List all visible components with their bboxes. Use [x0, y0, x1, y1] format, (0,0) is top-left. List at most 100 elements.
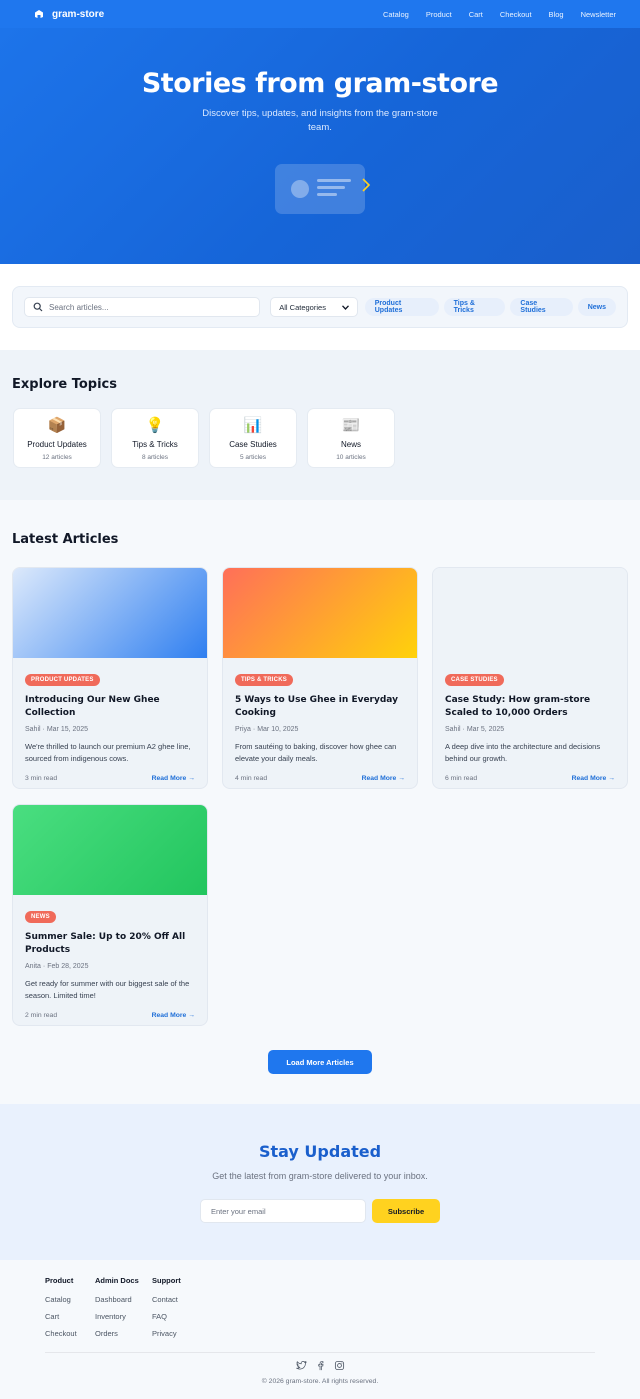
- article-read-time: 2 min read: [25, 1012, 58, 1019]
- footer-divider: [45, 1352, 595, 1353]
- read-more-link[interactable]: Read More →: [152, 775, 195, 782]
- newsletter-section: Stay Updated Get the latest from gram-st…: [0, 1104, 640, 1260]
- footer-link[interactable]: Catalog: [45, 1295, 77, 1304]
- article-title[interactable]: Case Study: How gram-store Scaled to 10,…: [445, 694, 615, 720]
- load-more-button[interactable]: Load More Articles: [268, 1050, 372, 1074]
- article-read-time: 4 min read: [235, 775, 268, 782]
- topic-count: 12 articles: [42, 454, 72, 461]
- footer-link[interactable]: Contact: [152, 1295, 181, 1304]
- article-footer: 4 min read Read More →: [235, 775, 405, 782]
- read-more-link[interactable]: Read More →: [572, 775, 615, 782]
- read-more-link[interactable]: Read More →: [152, 1012, 195, 1019]
- topics-section: Explore Topics 📦 Product Updates 12 arti…: [0, 350, 640, 500]
- article-title[interactable]: Summer Sale: Up to 20% Off All Products: [25, 931, 195, 957]
- articles-section: Latest Articles PRODUCT UPDATES Introduc…: [0, 500, 640, 1104]
- topic-card-product-updates[interactable]: 📦 Product Updates 12 articles: [13, 408, 101, 468]
- newspaper-icon: 📰: [341, 417, 361, 434]
- hero-title: Stories from gram-store: [141, 68, 499, 99]
- nav-link-blog[interactable]: Blog: [549, 10, 564, 19]
- twitter-icon[interactable]: [296, 1360, 307, 1371]
- footer-link[interactable]: Checkout: [45, 1329, 77, 1338]
- nav-link-product[interactable]: Product: [426, 10, 452, 19]
- pill-tips-tricks[interactable]: Tips & Tricks: [443, 298, 506, 316]
- search-box[interactable]: [24, 297, 261, 317]
- article-card[interactable]: NEWS Summer Sale: Up to 20% Off All Prod…: [12, 804, 208, 1026]
- search-icon: [33, 302, 43, 312]
- lightbulb-icon: 💡: [145, 417, 165, 434]
- email-field-wrapper[interactable]: [200, 1199, 366, 1223]
- footer-link[interactable]: Dashboard: [95, 1295, 139, 1304]
- footer-link[interactable]: Orders: [95, 1329, 139, 1338]
- hero-illustration-line: [317, 179, 351, 182]
- footer-link[interactable]: FAQ: [152, 1312, 181, 1321]
- article-date: Feb 28, 2025: [47, 963, 89, 970]
- article-tag: CASE STUDIES: [445, 674, 504, 686]
- footer-heading: Admin Docs: [95, 1276, 139, 1285]
- brand[interactable]: gram-store: [34, 9, 104, 20]
- footer-heading: Support: [152, 1276, 181, 1285]
- top-nav: gram-store Catalog Product Cart Checkout…: [0, 0, 640, 28]
- category-select-value: All Categories: [279, 302, 326, 312]
- article-read-time: 6 min read: [445, 775, 478, 782]
- topic-name: News: [340, 440, 361, 449]
- topic-count: 8 articles: [141, 454, 168, 461]
- pill-product-updates[interactable]: Product Updates: [364, 298, 439, 316]
- nav-links: Catalog Product Cart Checkout Blog Newsl…: [383, 10, 616, 19]
- article-excerpt: From sautéing to baking, discover how gh…: [235, 742, 397, 763]
- article-card[interactable]: PRODUCT UPDATES Introducing Our New Ghee…: [12, 567, 208, 789]
- hero-subtitle: Discover tips, updates, and insights fro…: [202, 108, 438, 133]
- facebook-icon[interactable]: [315, 1360, 326, 1371]
- newsletter-subtitle: Get the latest from gram-store delivered…: [212, 1171, 428, 1181]
- instagram-icon[interactable]: [334, 1360, 345, 1371]
- article-card[interactable]: CASE STUDIES Case Study: How gram-store …: [432, 567, 628, 789]
- pill-case-studies[interactable]: Case Studies: [510, 298, 573, 316]
- footer-link[interactable]: Cart: [45, 1312, 77, 1321]
- article-date: Mar 5, 2025: [466, 726, 505, 733]
- topic-card-case-studies[interactable]: 📊 Case Studies 5 articles: [209, 408, 297, 468]
- search-input[interactable]: [49, 302, 249, 312]
- article-image: [223, 568, 417, 658]
- category-pills: Product Updates Tips & Tricks Case Studi…: [364, 298, 616, 316]
- read-more-link[interactable]: Read More →: [362, 775, 405, 782]
- hero-illustration-line: [317, 193, 337, 196]
- article-meta: Anita · Feb 28, 2025: [25, 963, 89, 970]
- filter-bar: All Categories Product Updates Tips & Tr…: [12, 286, 628, 328]
- footer: Product Catalog Cart Checkout Admin Docs…: [0, 1260, 640, 1399]
- topic-name: Product Updates: [27, 440, 87, 449]
- footer-column-admin-docs: Admin Docs Dashboard Inventory Orders: [95, 1276, 139, 1338]
- brand-logo-icon: [34, 9, 44, 19]
- article-title[interactable]: 5 Ways to Use Ghee in Everyday Cooking: [235, 694, 405, 720]
- topic-card-tips-tricks[interactable]: 💡 Tips & Tricks 8 articles: [111, 408, 199, 468]
- footer-heading: Product: [45, 1276, 74, 1285]
- nav-link-catalog[interactable]: Catalog: [383, 10, 409, 19]
- article-excerpt: Get ready for summer with our biggest sa…: [25, 979, 190, 1000]
- topic-count: 10 articles: [336, 454, 366, 461]
- article-footer: 2 min read Read More →: [25, 1012, 195, 1019]
- article-card[interactable]: TIPS & TRICKS 5 Ways to Use Ghee in Ever…: [222, 567, 418, 789]
- hero-illustration-avatar: [291, 180, 309, 198]
- article-read-time: 3 min read: [25, 775, 58, 782]
- pill-news[interactable]: News: [577, 298, 616, 316]
- newsletter-title: Stay Updated: [258, 1142, 382, 1161]
- footer-link[interactable]: Inventory: [95, 1312, 139, 1321]
- hero-illustration: [275, 164, 365, 214]
- article-meta: Sahil · Mar 5, 2025: [445, 726, 505, 733]
- article-footer: 3 min read Read More →: [25, 775, 195, 782]
- social-links: [296, 1360, 345, 1371]
- subscribe-button[interactable]: Subscribe: [372, 1199, 440, 1223]
- article-title[interactable]: Introducing Our New Ghee Collection: [25, 694, 195, 720]
- article-tag: PRODUCT UPDATES: [25, 674, 100, 686]
- nav-link-checkout[interactable]: Checkout: [500, 10, 532, 19]
- footer-link[interactable]: Privacy: [152, 1329, 181, 1338]
- article-date: Mar 10, 2025: [257, 726, 299, 733]
- nav-link-newsletter[interactable]: Newsletter: [581, 10, 616, 19]
- email-field[interactable]: [211, 1206, 351, 1216]
- topic-name: Tips & Tricks: [132, 440, 178, 449]
- category-select[interactable]: All Categories: [270, 297, 358, 317]
- article-excerpt: A deep dive into the architecture and de…: [445, 742, 601, 763]
- article-meta: Priya · Mar 10, 2025: [235, 726, 299, 733]
- nav-link-cart[interactable]: Cart: [469, 10, 483, 19]
- topic-card-news[interactable]: 📰 News 10 articles: [307, 408, 395, 468]
- article-author: Anita: [25, 963, 41, 970]
- topic-count: 5 articles: [239, 454, 266, 461]
